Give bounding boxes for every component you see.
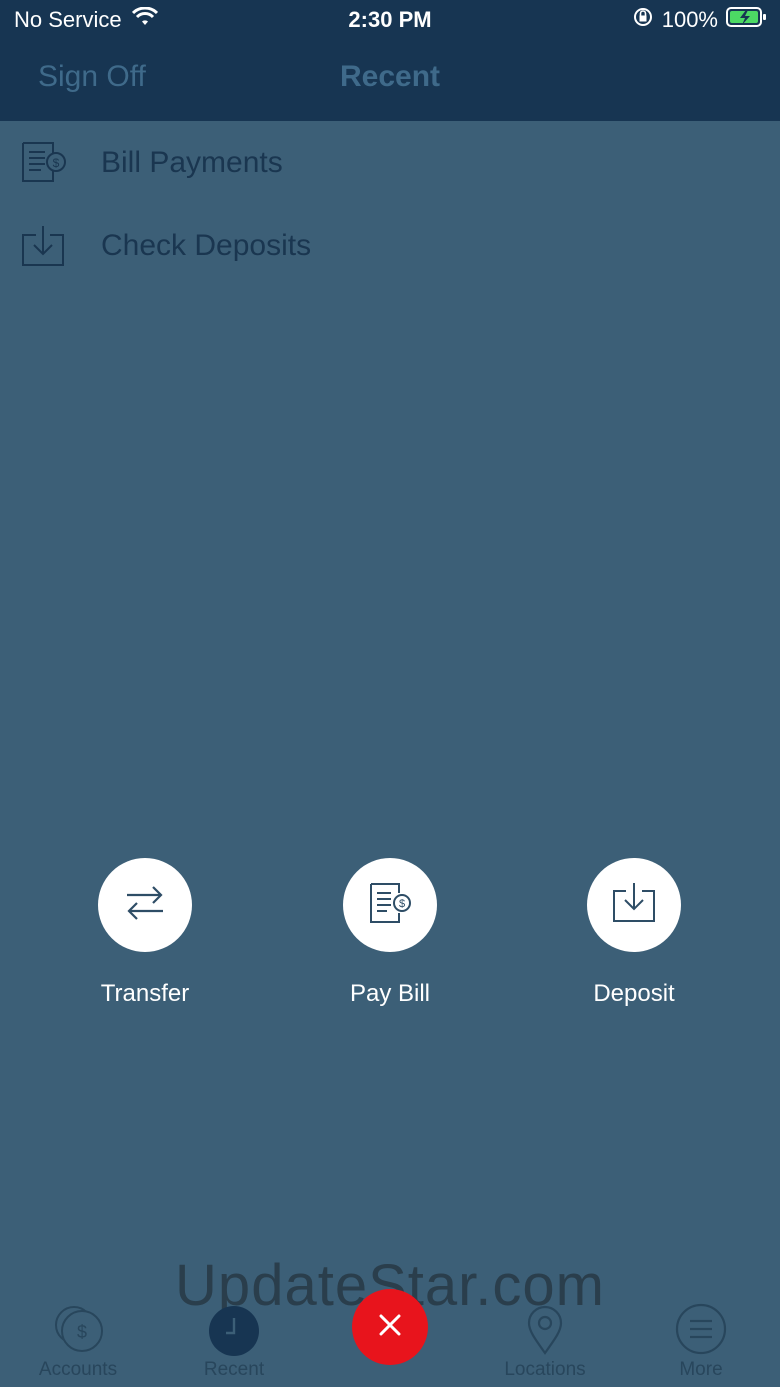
page-title: Recent <box>339 60 441 93</box>
tab-label: More <box>679 1359 723 1380</box>
deposit-icon <box>20 223 68 271</box>
deposit-action[interactable]: Deposit <box>544 858 724 1028</box>
location-pin-icon <box>517 1301 573 1357</box>
close-icon <box>377 1312 403 1343</box>
nav-bar: Sign Off Recent <box>0 40 780 121</box>
tab-label: Accounts <box>38 1359 118 1380</box>
transfer-icon <box>123 881 167 930</box>
svg-text:$: $ <box>53 156 60 170</box>
dollar-coins-icon: $ <box>50 1301 106 1357</box>
tab-more[interactable]: More <box>631 1301 771 1381</box>
transfer-label: Transfer <box>100 980 190 1007</box>
tab-label: Locations <box>504 1359 586 1380</box>
battery-percent: 100% <box>661 7 718 32</box>
deposit-label: Deposit <box>593 980 675 1007</box>
pay-bill-action[interactable]: $ Pay Bill <box>300 858 480 1028</box>
clock-icon <box>206 1301 262 1357</box>
deposit-icon <box>610 879 658 932</box>
battery-charging-icon <box>726 6 768 34</box>
recent-item-check-deposits[interactable]: Check Deposits <box>0 211 780 281</box>
pay-bill-button[interactable]: $ <box>343 858 437 952</box>
recent-item-bill-payments[interactable]: $ Bill Payments <box>0 128 780 198</box>
menu-icon <box>673 1301 729 1357</box>
status-bar: No Service 2:30 PM 100% <box>0 0 780 40</box>
tab-recent[interactable]: Recent <box>164 1301 304 1381</box>
deposit-button[interactable] <box>587 858 681 952</box>
tab-label: Recent <box>203 1359 265 1380</box>
tab-accounts[interactable]: $ Accounts <box>8 1301 148 1381</box>
bill-icon: $ <box>20 140 68 188</box>
recent-item-label: Bill Payments <box>101 146 283 179</box>
transfer-action[interactable]: Transfer <box>55 858 235 1028</box>
close-button[interactable] <box>352 1289 428 1365</box>
rotation-lock-icon <box>632 6 654 34</box>
status-right: 100% <box>632 6 768 34</box>
transfer-button[interactable] <box>98 858 192 952</box>
svg-text:$: $ <box>77 1322 87 1342</box>
svg-text:$: $ <box>399 898 405 910</box>
tab-locations[interactable]: Locations <box>475 1301 615 1381</box>
pay-bill-label: Pay Bill <box>349 980 431 1007</box>
recent-item-label: Check Deposits <box>101 229 312 262</box>
bill-icon: $ <box>366 879 414 932</box>
